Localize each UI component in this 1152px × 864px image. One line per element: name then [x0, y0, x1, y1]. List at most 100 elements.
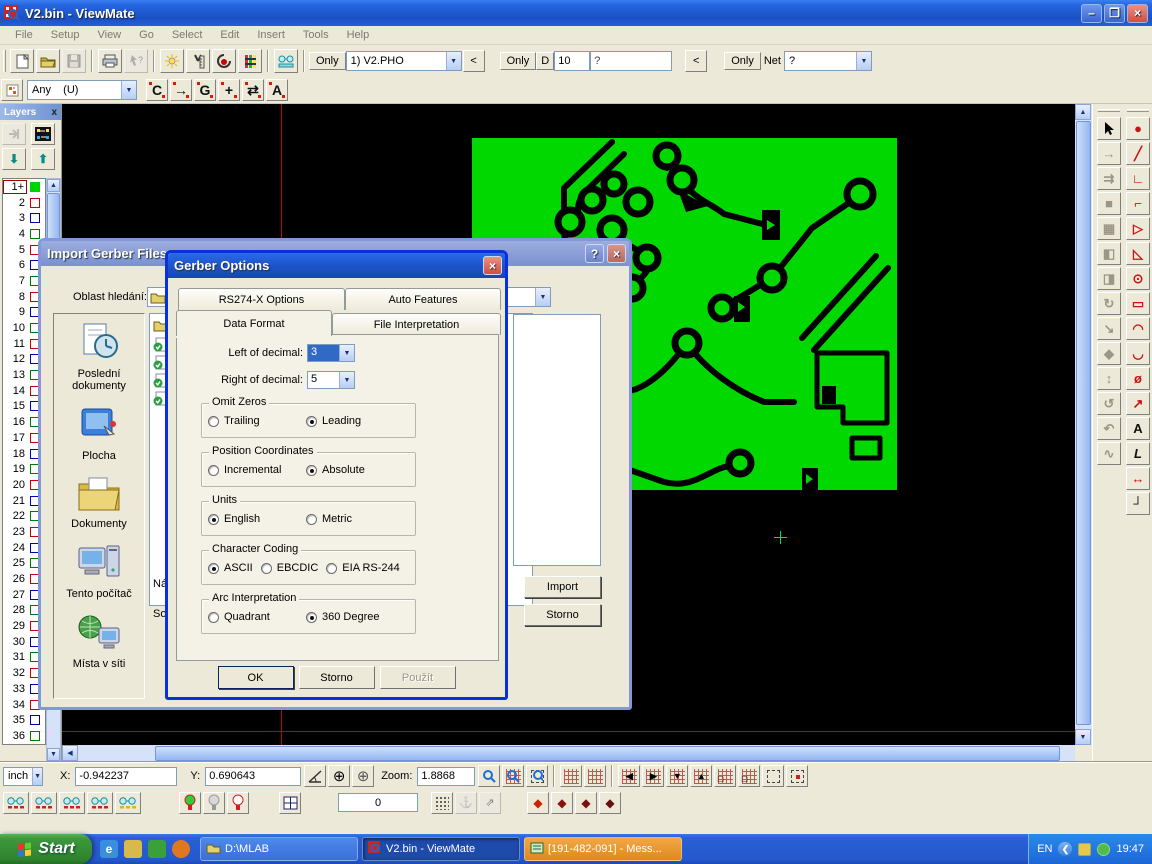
view-all-glasses-icon[interactable]	[3, 792, 29, 814]
book-icon[interactable]	[148, 840, 166, 858]
scroll-up-icon[interactable]: ▲	[47, 179, 60, 192]
select-window-icon[interactable]	[762, 765, 784, 787]
radio-icon[interactable]	[208, 416, 219, 427]
zoom-window-icon[interactable]	[526, 765, 548, 787]
draw-line-icon[interactable]: ╱	[1126, 142, 1150, 165]
tab-file-interpretation[interactable]: File Interpretation	[332, 313, 501, 335]
horizontal-scrollbar[interactable]: ◀	[62, 745, 1075, 762]
select-pads-icon[interactable]: +	[218, 79, 240, 101]
close-icon[interactable]: ×	[1127, 4, 1148, 23]
close-icon[interactable]: ×	[483, 256, 502, 275]
select-components-icon[interactable]: C	[146, 79, 168, 101]
ie-icon[interactable]: e	[100, 840, 118, 858]
chevron-down-icon[interactable]: ▼	[32, 768, 42, 785]
draw-sketch-icon[interactable]: ↗	[1126, 392, 1150, 415]
close-icon[interactable]: x	[51, 107, 57, 118]
menu-tools[interactable]: Tools	[294, 27, 338, 43]
chevron-down-icon[interactable]: ▼	[121, 81, 136, 99]
layer-colors-icon[interactable]	[238, 49, 262, 73]
menu-insert[interactable]: Insert	[248, 27, 294, 43]
layer-combo[interactable]: 1) V2.PHO▼	[346, 51, 462, 71]
draw-bend-icon[interactable]: ┘	[1126, 492, 1150, 515]
label-tool-icon[interactable]: L	[1126, 442, 1150, 465]
prev-layer-button[interactable]: <	[463, 50, 485, 72]
dcode-dot-icon[interactable]	[212, 49, 236, 73]
radio-icon[interactable]	[306, 514, 317, 525]
filled-rect-icon[interactable]: ■	[1097, 192, 1121, 215]
radio-icon[interactable]	[208, 563, 219, 574]
radio-icon[interactable]	[306, 612, 317, 623]
mirror-left-icon[interactable]: ◧	[1097, 242, 1121, 265]
radio-icon[interactable]	[326, 563, 337, 574]
help-icon[interactable]: ?	[585, 244, 604, 263]
close-icon[interactable]: ×	[607, 244, 626, 263]
context-help-icon[interactable]: ?	[124, 49, 148, 73]
scroll-up-icon[interactable]: ▲	[1075, 104, 1091, 120]
draw-route-icon[interactable]: ⌐	[1126, 192, 1150, 215]
layer-row[interactable]: 3	[3, 210, 45, 226]
pan-up-icon[interactable]: ▲	[690, 765, 712, 787]
dcode-input[interactable]: 10	[554, 51, 590, 71]
taskbar-task[interactable]: V2.bin - ViewMate	[362, 837, 520, 861]
pan-left-icon[interactable]: ◀	[618, 765, 640, 787]
radio-icon[interactable]	[261, 563, 272, 574]
start-button[interactable]: Start	[0, 834, 92, 864]
palette-grip[interactable]	[1127, 109, 1149, 112]
draw-angle-icon[interactable]: ▷	[1126, 217, 1150, 240]
copy-step-icon[interactable]: ⇉	[1097, 167, 1121, 190]
tab-auto-features[interactable]: Auto Features	[345, 288, 501, 310]
tab-data-format[interactable]: Data Format	[176, 310, 332, 336]
dimension-tool-icon[interactable]: ↔	[1126, 467, 1150, 490]
view-traces-glasses-icon[interactable]	[87, 792, 113, 814]
folder-launch-icon[interactable]	[124, 840, 142, 858]
draw-rectangle-icon[interactable]: ▭	[1126, 292, 1150, 315]
open-folder-icon[interactable]	[36, 49, 60, 73]
minimize-icon[interactable]: –	[1081, 4, 1102, 23]
zoom-in-icon[interactable]	[478, 765, 500, 787]
view-board-glasses-icon[interactable]	[115, 792, 141, 814]
firefox-icon[interactable]	[172, 840, 190, 858]
radio-option-ascii[interactable]: ASCII	[208, 562, 253, 574]
only-net-button[interactable]: Only	[724, 52, 761, 70]
any-filter-combo[interactable]: Any (U)▼	[27, 80, 137, 100]
move-anchor-icon[interactable]: ⇗	[479, 792, 501, 814]
scroll-down-icon[interactable]: ▼	[47, 748, 60, 761]
dcode-name-field[interactable]: ?	[590, 51, 672, 71]
undo-arc-icon[interactable]: ↶	[1097, 417, 1121, 440]
grid-toggle-icon[interactable]	[560, 765, 582, 787]
zoom-value[interactable]: 1.8868	[417, 767, 475, 786]
move-item-icon[interactable]: ◆	[1097, 342, 1121, 365]
collapse-icon[interactable]: ❮	[1058, 842, 1072, 856]
radio-option-absolute[interactable]: Absolute	[306, 464, 396, 476]
radio-option-quadrant[interactable]: Quadrant	[208, 611, 298, 623]
tile-windows-icon[interactable]	[279, 792, 301, 814]
filled-rect-large-icon[interactable]: ▦	[1097, 217, 1121, 240]
pan-down-icon[interactable]: ▼	[666, 765, 688, 787]
prev-dcode-button[interactable]: <	[685, 50, 707, 72]
scroll-left-icon[interactable]: ◀	[62, 745, 78, 761]
marker-dark-icon[interactable]: ◆	[551, 792, 573, 814]
radio-icon[interactable]	[208, 612, 219, 623]
select-traces-icon[interactable]: →	[170, 79, 192, 101]
vertical-scrollbar[interactable]: ▲ ▼	[1075, 104, 1092, 745]
chevron-down-icon[interactable]: ▼	[535, 288, 550, 306]
select-text-icon[interactable]: A	[266, 79, 288, 101]
net-combo[interactable]: ?▼	[784, 51, 872, 71]
draw-arc-up-icon[interactable]: ◠	[1126, 317, 1150, 340]
angle-icon[interactable]	[304, 765, 326, 787]
new-file-icon[interactable]	[10, 49, 34, 73]
layer-color-swatch[interactable]	[30, 229, 40, 239]
marker-s-icon[interactable]: ◆	[575, 792, 597, 814]
chevron-down-icon[interactable]: ▼	[339, 345, 354, 361]
wave-icon[interactable]: ∿	[1097, 442, 1121, 465]
draw-corner-icon[interactable]: ∟	[1126, 167, 1150, 190]
layer-color-swatch[interactable]	[30, 182, 40, 192]
snap-move-icon[interactable]: →	[1097, 142, 1121, 165]
place-item-recent-documents[interactable]: Poslední dokumenty	[55, 322, 143, 392]
radio-icon[interactable]	[306, 416, 317, 427]
highlight-outline-bulb-icon[interactable]	[227, 792, 249, 814]
only-dcode-button[interactable]: Only	[500, 52, 537, 70]
menu-file[interactable]: File	[6, 27, 42, 43]
grid-snap-icon[interactable]	[584, 765, 606, 787]
layer-color-swatch[interactable]	[30, 198, 40, 208]
